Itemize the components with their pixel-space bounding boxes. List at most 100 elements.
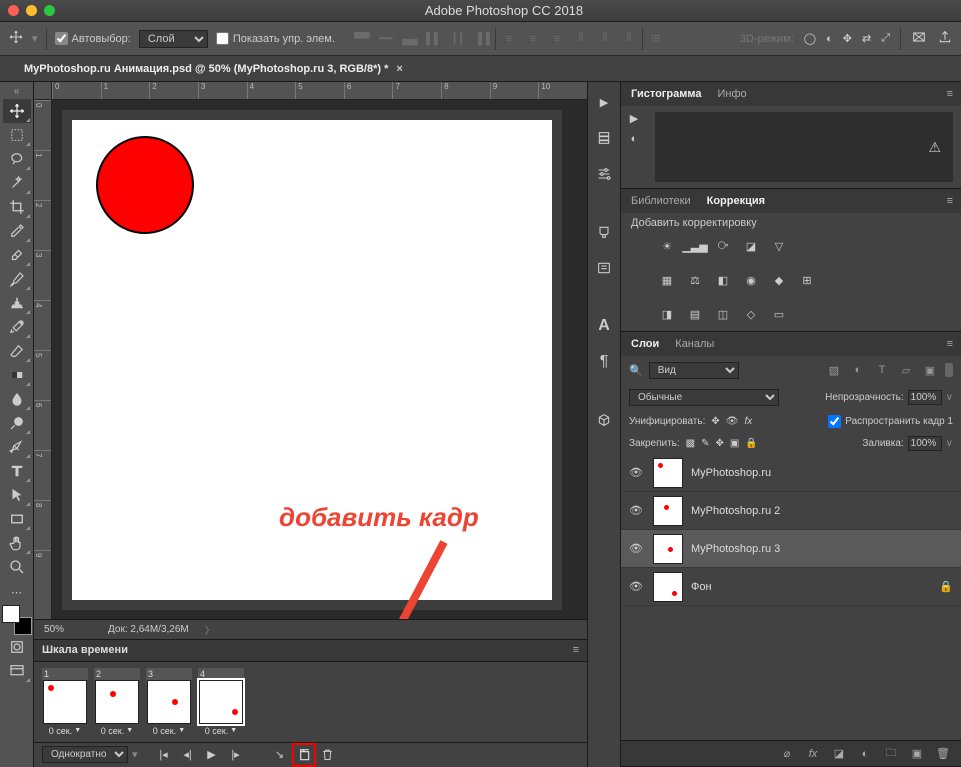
lock-paint-icon[interactable]: ✎ xyxy=(701,438,709,449)
3d-panel-icon[interactable] xyxy=(590,406,618,434)
unify-position-icon[interactable]: ✥ xyxy=(711,416,719,427)
filter-smart-icon[interactable]: ▣ xyxy=(921,361,939,379)
dodge-tool[interactable] xyxy=(3,411,31,435)
distribute-top-icon[interactable]: ≡ xyxy=(498,28,520,50)
character-panel-icon[interactable]: A xyxy=(590,312,618,340)
adjustments-menu-icon[interactable]: ≡ xyxy=(947,195,953,207)
autoselect-checkbox[interactable]: Автовыбор: xyxy=(55,32,131,45)
rectangle-tool[interactable] xyxy=(3,507,31,531)
distribute-hcenter-icon[interactable]: ⦀ xyxy=(594,28,616,50)
path-selection-tool[interactable] xyxy=(3,483,31,507)
show-transform-checkbox[interactable]: Показать упр. элем. xyxy=(216,32,335,45)
close-tab-icon[interactable]: × xyxy=(396,63,402,75)
hue-saturation-icon[interactable]: ▦ xyxy=(657,271,677,289)
eraser-tool[interactable] xyxy=(3,339,31,363)
selective-color-icon[interactable]: ◇ xyxy=(741,305,761,323)
zoom-window-icon[interactable] xyxy=(44,5,55,16)
lasso-tool[interactable] xyxy=(3,147,31,171)
align-vcenter-icon[interactable]: ━━ xyxy=(375,28,397,50)
lock-position-icon[interactable]: ✥ xyxy=(716,438,724,449)
adjustments-tab[interactable]: Коррекция xyxy=(705,191,767,211)
layers-menu-icon[interactable]: ≡ xyxy=(947,338,953,350)
visibility-icon[interactable]: 👁 xyxy=(629,466,645,479)
invert-icon[interactable]: ◨ xyxy=(657,305,677,323)
pen-tool[interactable] xyxy=(3,435,31,459)
type-tool[interactable] xyxy=(3,459,31,483)
lock-transparency-icon[interactable]: ▩ xyxy=(686,438,695,449)
paragraph-panel-icon[interactable]: ¶ xyxy=(590,348,618,376)
new-group-icon[interactable]: 🗀 xyxy=(883,746,899,762)
histogram-tab[interactable]: Гистограмма xyxy=(629,84,703,104)
histogram-cache-icon[interactable]: ◐ xyxy=(631,133,638,145)
timeline-menu-icon[interactable]: ≡ xyxy=(573,644,579,656)
exposure-icon[interactable]: ◪ xyxy=(741,237,761,255)
actions-panel-icon[interactable]: ▶ xyxy=(590,88,618,116)
history-brush-tool[interactable] xyxy=(3,315,31,339)
filter-pixel-icon[interactable]: ▧ xyxy=(825,361,843,379)
distribute-vcenter-icon[interactable]: ≡ xyxy=(522,28,544,50)
propagate-frame-checkbox[interactable]: Распространить кадр 1 xyxy=(828,415,953,428)
roll-3d-icon[interactable]: ◐ xyxy=(826,33,833,45)
filter-type-icon[interactable]: T xyxy=(873,361,891,379)
unify-style-icon[interactable]: fx xyxy=(744,416,752,427)
next-frame-icon[interactable]: |▸ xyxy=(226,745,246,765)
ruler-origin[interactable] xyxy=(34,82,52,100)
black-white-icon[interactable]: ◧ xyxy=(713,271,733,289)
gradient-tool[interactable] xyxy=(3,363,31,387)
layers-tab[interactable]: Слои xyxy=(629,334,661,354)
new-layer-icon[interactable]: ▣ xyxy=(909,746,925,762)
layer-row[interactable]: 👁 MyPhotoshop.ru 2 xyxy=(621,492,961,530)
distribute-bottom-icon[interactable]: ≡ xyxy=(546,28,568,50)
histogram-refresh-icon[interactable]: ▶ xyxy=(630,112,638,125)
auto-align-icon[interactable]: ⊞ xyxy=(645,28,667,50)
layer-name[interactable]: MyPhotoshop.ru 2 xyxy=(691,505,780,517)
channels-tab[interactable]: Каналы xyxy=(673,334,716,354)
distribute-left-icon[interactable]: ⦀ xyxy=(570,28,592,50)
filter-shape-icon[interactable]: ▱ xyxy=(897,361,915,379)
fill-input[interactable] xyxy=(908,436,942,451)
layer-style-icon[interactable]: fx xyxy=(805,746,821,762)
opacity-input[interactable] xyxy=(908,390,942,405)
brushes-panel-icon[interactable] xyxy=(590,218,618,246)
autoselect-target-select[interactable]: Слой xyxy=(139,30,208,48)
timeline-frame[interactable]: 4 0 сек.▼ xyxy=(198,668,244,736)
vibrance-icon[interactable]: ▽ xyxy=(769,237,789,255)
threshold-icon[interactable]: ◫ xyxy=(713,305,733,323)
zoom-tool[interactable] xyxy=(3,555,31,579)
hand-tool[interactable] xyxy=(3,531,31,555)
delete-frame-icon[interactable] xyxy=(318,745,338,765)
layer-row[interactable]: 👁 Фон 🔒 xyxy=(621,568,961,606)
timeline-frame[interactable]: 3 0 сек.▼ xyxy=(146,668,192,736)
align-left-icon[interactable]: ▌▌ xyxy=(423,28,445,50)
prev-frame-icon[interactable]: ◂| xyxy=(178,745,198,765)
healing-brush-tool[interactable] xyxy=(3,243,31,267)
channel-mixer-icon[interactable]: ◆ xyxy=(769,271,789,289)
align-right-icon[interactable]: ▐▐ xyxy=(471,28,493,50)
unify-visibility-icon[interactable]: 👁 xyxy=(726,416,739,427)
warning-icon[interactable]: ⚠ xyxy=(928,139,941,156)
foreground-color-swatch[interactable] xyxy=(2,605,20,623)
layer-mask-icon[interactable]: ◪ xyxy=(831,746,847,762)
blend-mode-select[interactable]: Обычные xyxy=(629,389,779,406)
brush-tool[interactable] xyxy=(3,267,31,291)
minimize-window-icon[interactable] xyxy=(26,5,37,16)
timeline-frame[interactable]: 2 0 сек.▼ xyxy=(94,668,140,736)
brush-settings-panel-icon[interactable] xyxy=(590,254,618,282)
layer-filter-kind-select[interactable]: Вид xyxy=(649,362,739,379)
tween-icon[interactable]: ↘ xyxy=(270,745,290,765)
history-panel-icon[interactable] xyxy=(590,124,618,152)
color-balance-icon[interactable]: ⚖ xyxy=(685,271,705,289)
first-frame-icon[interactable]: |◂ xyxy=(154,745,174,765)
edit-toolbar-icon[interactable]: ⋯ xyxy=(3,585,31,599)
delete-layer-icon[interactable]: 🗑 xyxy=(935,746,951,762)
pan-3d-icon[interactable]: ✥ xyxy=(843,32,852,45)
quick-mask-icon[interactable] xyxy=(3,635,31,659)
posterize-icon[interactable]: ▤ xyxy=(685,305,705,323)
reset-view-icon[interactable] xyxy=(911,29,927,48)
layer-name[interactable]: Фон xyxy=(691,581,712,593)
properties-panel-icon[interactable] xyxy=(590,160,618,188)
document-tab[interactable]: MyPhotoshop.ru Анимация.psd @ 50% (MyPho… xyxy=(24,63,403,75)
color-lookup-icon[interactable]: ⊞ xyxy=(797,271,817,289)
lock-artboard-icon[interactable]: ▣ xyxy=(730,438,739,449)
layer-row[interactable]: 👁 MyPhotoshop.ru 3 xyxy=(621,530,961,568)
